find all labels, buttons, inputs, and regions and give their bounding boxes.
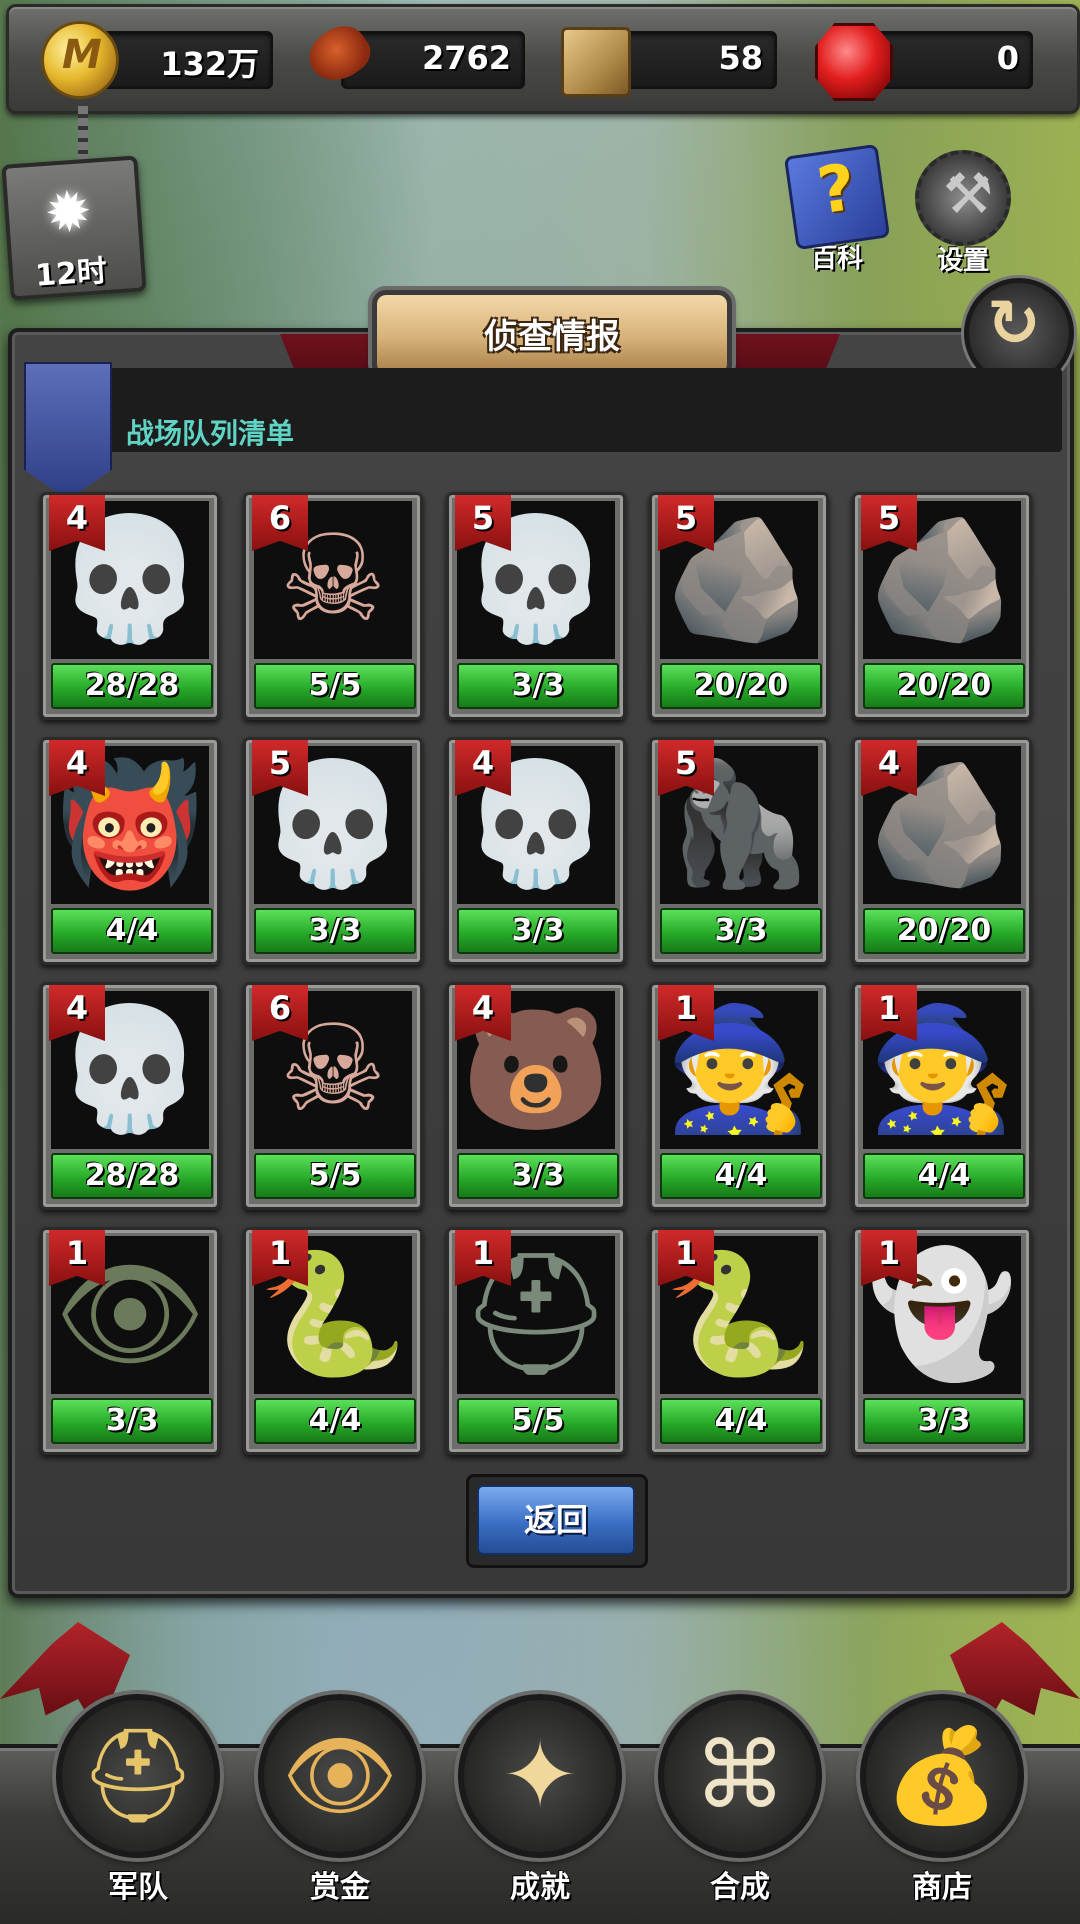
unit-card[interactable]: 💀 4 3/3	[446, 737, 626, 965]
unit-hp-bar: 3/3	[660, 908, 822, 954]
unit-card[interactable]: 🐍 1 4/4	[649, 1227, 829, 1455]
unit-card[interactable]: ☠ 6 5/5	[243, 492, 423, 720]
unit-hp-bar: 4/4	[660, 1398, 822, 1444]
helmet-icon: ⛑	[79, 1722, 197, 1829]
question-book-icon: ?	[783, 143, 891, 251]
nav-item-3[interactable]: ⌘ 合成	[658, 1694, 822, 1920]
food-value: 2762	[421, 39, 511, 77]
unit-hp-bar: 3/3	[457, 908, 619, 954]
nav-item-1[interactable]: 👁 赏金	[258, 1694, 422, 1920]
back-button[interactable]: 返回	[466, 1474, 648, 1568]
settings-button[interactable]: ⚒ 设置	[908, 150, 1018, 276]
sign-chain	[78, 106, 88, 162]
nav-button-circle: ⛑	[56, 1694, 220, 1858]
unit-hp-bar: 28/28	[51, 1153, 213, 1199]
unit-hp-bar: 3/3	[863, 1398, 1025, 1444]
dragon-eye-icon: 👁	[281, 1722, 399, 1829]
unit-hp-bar: 20/20	[863, 663, 1025, 709]
nav-button-circle: 👁	[258, 1694, 422, 1858]
unit-card[interactable]: 🪨 5 20/20	[852, 492, 1032, 720]
unit-card[interactable]: 💀 4 28/28	[40, 492, 220, 720]
unit-hp-bar: 5/5	[254, 1153, 416, 1199]
unit-card[interactable]: ⛑ 1 5/5	[446, 1227, 626, 1455]
compass-star-icon: ✦	[501, 1722, 579, 1829]
unit-hp-bar: 3/3	[51, 1398, 213, 1444]
encyclopedia-button[interactable]: ? 百科	[782, 143, 892, 274]
red-gem-icon[interactable]	[815, 23, 893, 101]
unit-hp-bar: 4/4	[863, 1153, 1025, 1199]
nav-button-circle: ✦	[458, 1694, 622, 1858]
nav-item-2[interactable]: ✦ 成就	[458, 1694, 622, 1920]
unit-card[interactable]: ☠ 6 5/5	[243, 982, 423, 1210]
gold-value: 132万	[160, 45, 259, 83]
unit-card[interactable]: 🪨 5 20/20	[649, 492, 829, 720]
nav-label: 成就	[510, 1870, 570, 1905]
unit-card[interactable]: 👁 1 3/3	[40, 1227, 220, 1455]
nav-item-0[interactable]: ⛑ 军队	[56, 1694, 220, 1920]
unit-card[interactable]: 🐍 1 4/4	[243, 1227, 423, 1455]
unit-card[interactable]: 🧙 1 4/4	[852, 982, 1032, 1210]
unit-hp-bar: 3/3	[457, 663, 619, 709]
wood-value: 58	[718, 39, 763, 77]
back-button-label: 返回	[477, 1485, 635, 1555]
time-label: 12时	[34, 253, 109, 294]
unit-card[interactable]: 🦍 5 3/3	[649, 737, 829, 965]
money-bag-icon: 💰	[884, 1722, 1000, 1829]
time-sign: ✹ 12时	[1, 155, 147, 301]
unit-hp-bar: 5/5	[254, 663, 416, 709]
hammer-gear-icon: ⚒	[915, 150, 1011, 246]
unit-hp-bar: 20/20	[863, 908, 1025, 954]
unit-card[interactable]: 💀 5 3/3	[446, 492, 626, 720]
unit-hp-bar: 3/3	[254, 908, 416, 954]
celtic-knot-icon: ⌘	[694, 1722, 786, 1829]
unit-hp-bar: 20/20	[660, 663, 822, 709]
nav-button-circle: 💰	[860, 1694, 1024, 1858]
sun-icon: ✹	[42, 178, 95, 247]
nav-label: 赏金	[310, 1870, 370, 1905]
unit-hp-bar: 28/28	[51, 663, 213, 709]
unit-hp-bar: 4/4	[254, 1398, 416, 1444]
unit-hp-bar: 4/4	[660, 1153, 822, 1199]
nav-label: 合成	[710, 1870, 770, 1905]
unit-hp-bar: 5/5	[457, 1398, 619, 1444]
unit-card[interactable]: 🪨 4 20/20	[852, 737, 1032, 965]
panel-title-plate: 侦查情报	[372, 290, 732, 378]
panel-title: 侦查情报	[484, 317, 620, 357]
gem-value: 0	[996, 39, 1019, 77]
nav-label: 商店	[912, 1870, 972, 1905]
refresh-icon: ↻	[987, 287, 1041, 361]
gold-coin-icon: M	[41, 21, 119, 99]
unit-hp-bar: 4/4	[51, 908, 213, 954]
nav-item-4[interactable]: 💰 商店	[860, 1694, 1024, 1920]
unit-card[interactable]: 🧙 1 4/4	[649, 982, 829, 1210]
nav-button-circle: ⌘	[658, 1694, 822, 1858]
nav-label: 军队	[108, 1870, 168, 1905]
resource-bar: 132万 M 2762 58 0	[6, 4, 1080, 114]
unit-card[interactable]: 💀 5 3/3	[243, 737, 423, 965]
unit-card[interactable]: 👹 4 4/4	[40, 737, 220, 965]
unit-card[interactable]: 💀 4 28/28	[40, 982, 220, 1210]
wood-crate-icon	[561, 27, 631, 97]
unit-card[interactable]: 👻 1 3/3	[852, 1227, 1032, 1455]
unit-card[interactable]: 🐻 4 3/3	[446, 982, 626, 1210]
list-title: 战场队列清单	[126, 417, 295, 450]
unit-hp-bar: 3/3	[457, 1153, 619, 1199]
